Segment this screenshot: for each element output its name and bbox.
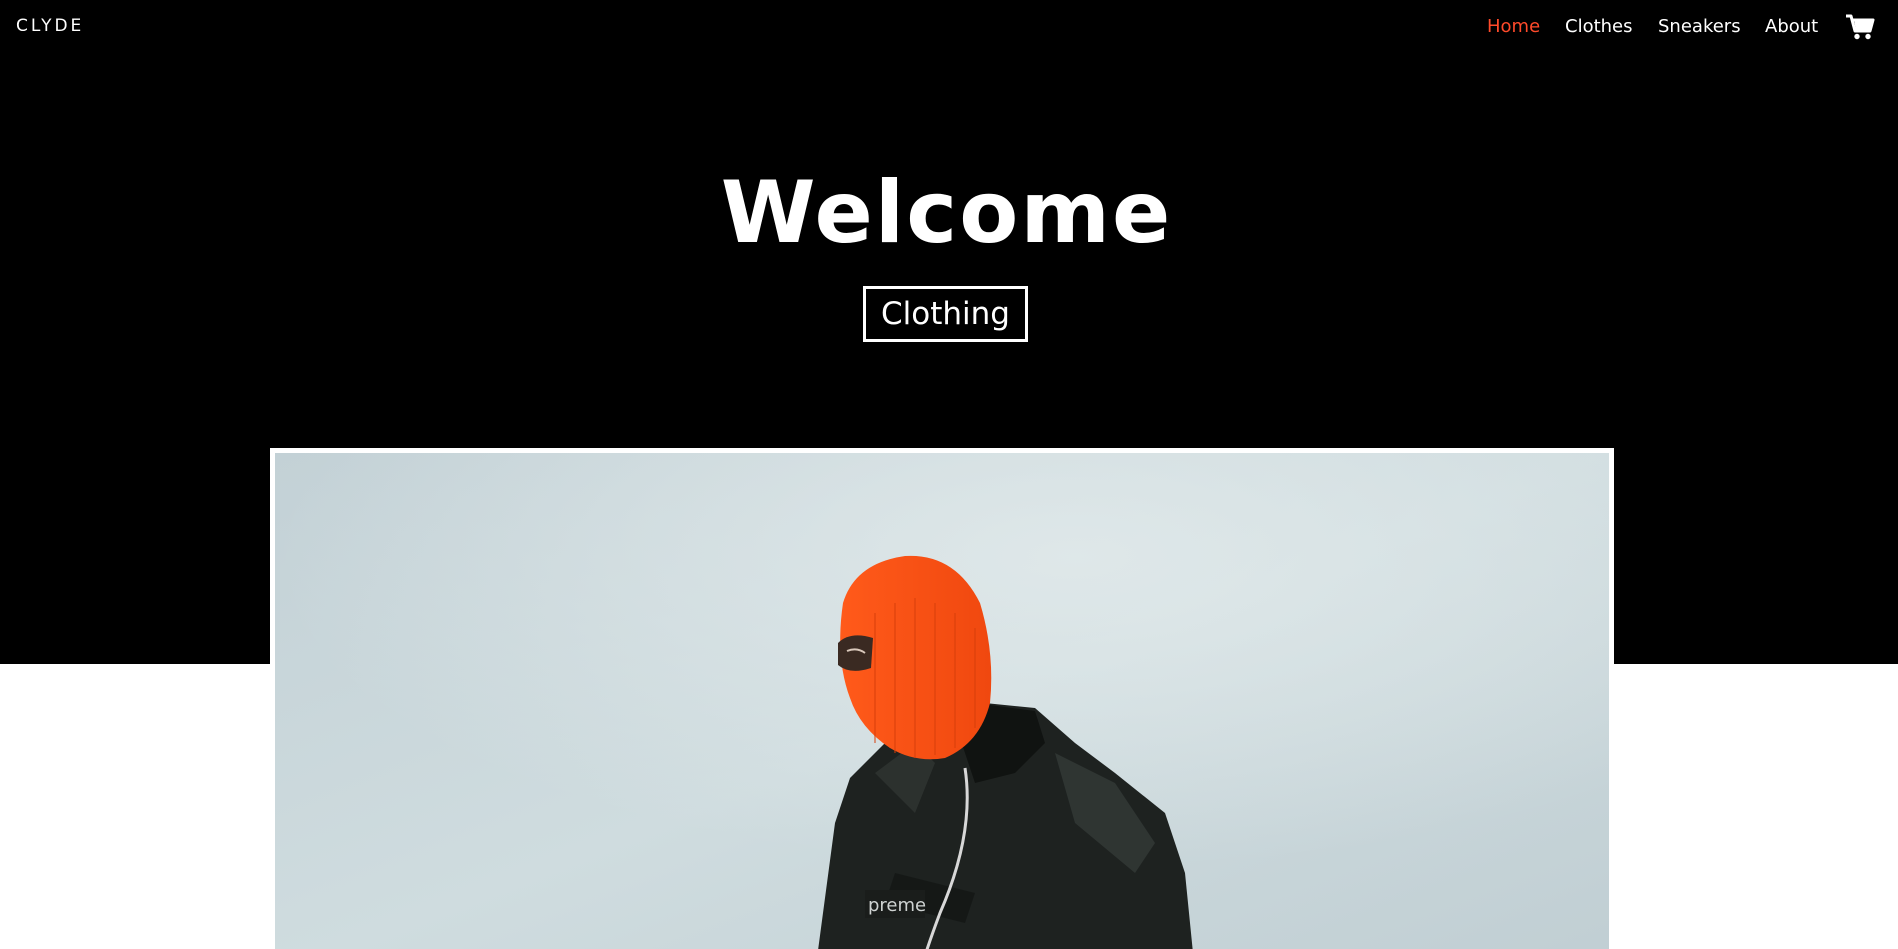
brand-logo[interactable]: CLYDE	[16, 16, 84, 36]
nav-item-about[interactable]: About	[1765, 16, 1818, 37]
nav-item-home[interactable]: Home	[1487, 16, 1540, 37]
nav-item-clothes[interactable]: Clothes	[1565, 16, 1633, 37]
clothing-button[interactable]: Clothing	[863, 286, 1028, 342]
hero-title: Welcome	[720, 163, 1173, 263]
page: CLYDE Home Clothes Sneakers About Welcom…	[0, 0, 1898, 949]
shopping-cart-icon[interactable]	[1845, 13, 1875, 41]
svg-text:preme: preme	[868, 895, 926, 916]
hero-photo: preme	[275, 453, 1609, 949]
navbar: CLYDE Home Clothes Sneakers About	[0, 0, 1898, 54]
nav-item-sneakers[interactable]: Sneakers	[1658, 16, 1741, 37]
hero-photo-frame: preme	[270, 448, 1614, 949]
